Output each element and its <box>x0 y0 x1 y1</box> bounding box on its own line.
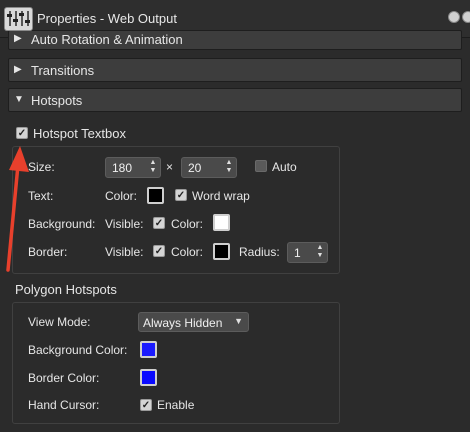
border-color-swatch[interactable] <box>213 243 230 260</box>
stepper-arrows-icon[interactable]: ▲ ▼ <box>315 244 325 261</box>
view-mode-value: Always Hidden <box>143 316 223 330</box>
text-color-label: Color: <box>105 189 138 203</box>
section-label: Transitions <box>31 63 95 78</box>
polygon-hotspots-heading: Polygon Hotspots <box>15 282 117 297</box>
close-window-icon[interactable] <box>462 11 470 23</box>
polygon-background-color-label: Background Color: <box>28 343 128 357</box>
word-wrap-label: Word wrap <box>192 189 250 203</box>
auto-size-checkbox[interactable] <box>255 160 267 172</box>
background-visible-checkbox[interactable]: ✓ <box>153 217 165 229</box>
border-visible-label: Visible: <box>105 245 144 259</box>
section-label: Hotspots <box>31 93 83 108</box>
background-color-label: Color: <box>171 217 204 231</box>
stepper-arrows-icon[interactable]: ▲ ▼ <box>148 159 158 176</box>
background-color-swatch[interactable] <box>213 214 230 231</box>
text-label: Text: <box>28 189 54 203</box>
radius-stepper[interactable]: 1 ▲ ▼ <box>287 242 328 263</box>
polygon-border-color-swatch[interactable] <box>140 369 157 386</box>
polygon-border-color-label: Border Color: <box>28 371 100 385</box>
height-stepper[interactable]: 20 ▲ ▼ <box>181 157 237 178</box>
size-times-label: × <box>166 160 174 174</box>
width-stepper[interactable]: 180 ▲ ▼ <box>105 157 161 178</box>
view-mode-label: View Mode: <box>28 315 91 329</box>
collapse-triangle-icon: ▼ <box>14 94 24 105</box>
expand-triangle-icon: ▶ <box>14 33 22 44</box>
radius-label: Radius: <box>239 245 280 259</box>
word-wrap-checkbox[interactable]: ✓ <box>175 189 187 201</box>
window-title: Properties - Web Output <box>37 11 177 26</box>
section-label: Auto Rotation & Animation <box>31 32 183 47</box>
restore-window-icon[interactable] <box>448 11 460 23</box>
section-hotspots[interactable]: ▼ Hotspots <box>8 88 462 112</box>
titlebar-overlap: Properties - Web Output <box>0 0 470 31</box>
polygon-background-color-swatch[interactable] <box>140 341 157 358</box>
hand-cursor-enable-label: Enable <box>157 398 195 412</box>
border-label: Border: <box>28 245 68 259</box>
background-visible-label: Visible: <box>105 217 144 231</box>
text-color-swatch[interactable] <box>147 187 164 204</box>
border-color-label: Color: <box>171 245 204 259</box>
width-value: 180 <box>112 161 133 175</box>
border-visible-checkbox[interactable]: ✓ <box>153 245 165 257</box>
expand-triangle-icon: ▶ <box>14 64 22 75</box>
background-label: Background: <box>28 217 96 231</box>
hotspot-textbox-label: Hotspot Textbox <box>33 126 126 141</box>
auto-size-label: Auto <box>272 160 297 174</box>
stepper-arrows-icon[interactable]: ▲ ▼ <box>224 159 234 176</box>
section-auto-rotation[interactable]: ▶ Auto Rotation & Animation <box>8 30 462 50</box>
hand-cursor-checkbox[interactable]: ✓ <box>140 399 152 411</box>
height-value: 20 <box>188 161 202 175</box>
hand-cursor-label: Hand Cursor: <box>28 398 100 412</box>
section-transitions[interactable]: ▶ Transitions <box>8 58 462 82</box>
hotspot-textbox-checkbox[interactable]: ✓ <box>16 127 28 139</box>
view-mode-select[interactable]: Always Hidden ▼ <box>138 312 249 332</box>
size-label: Size: <box>28 160 55 174</box>
chevron-down-icon: ▼ <box>234 316 243 326</box>
app-icon <box>4 7 33 31</box>
radius-value: 1 <box>294 246 301 260</box>
